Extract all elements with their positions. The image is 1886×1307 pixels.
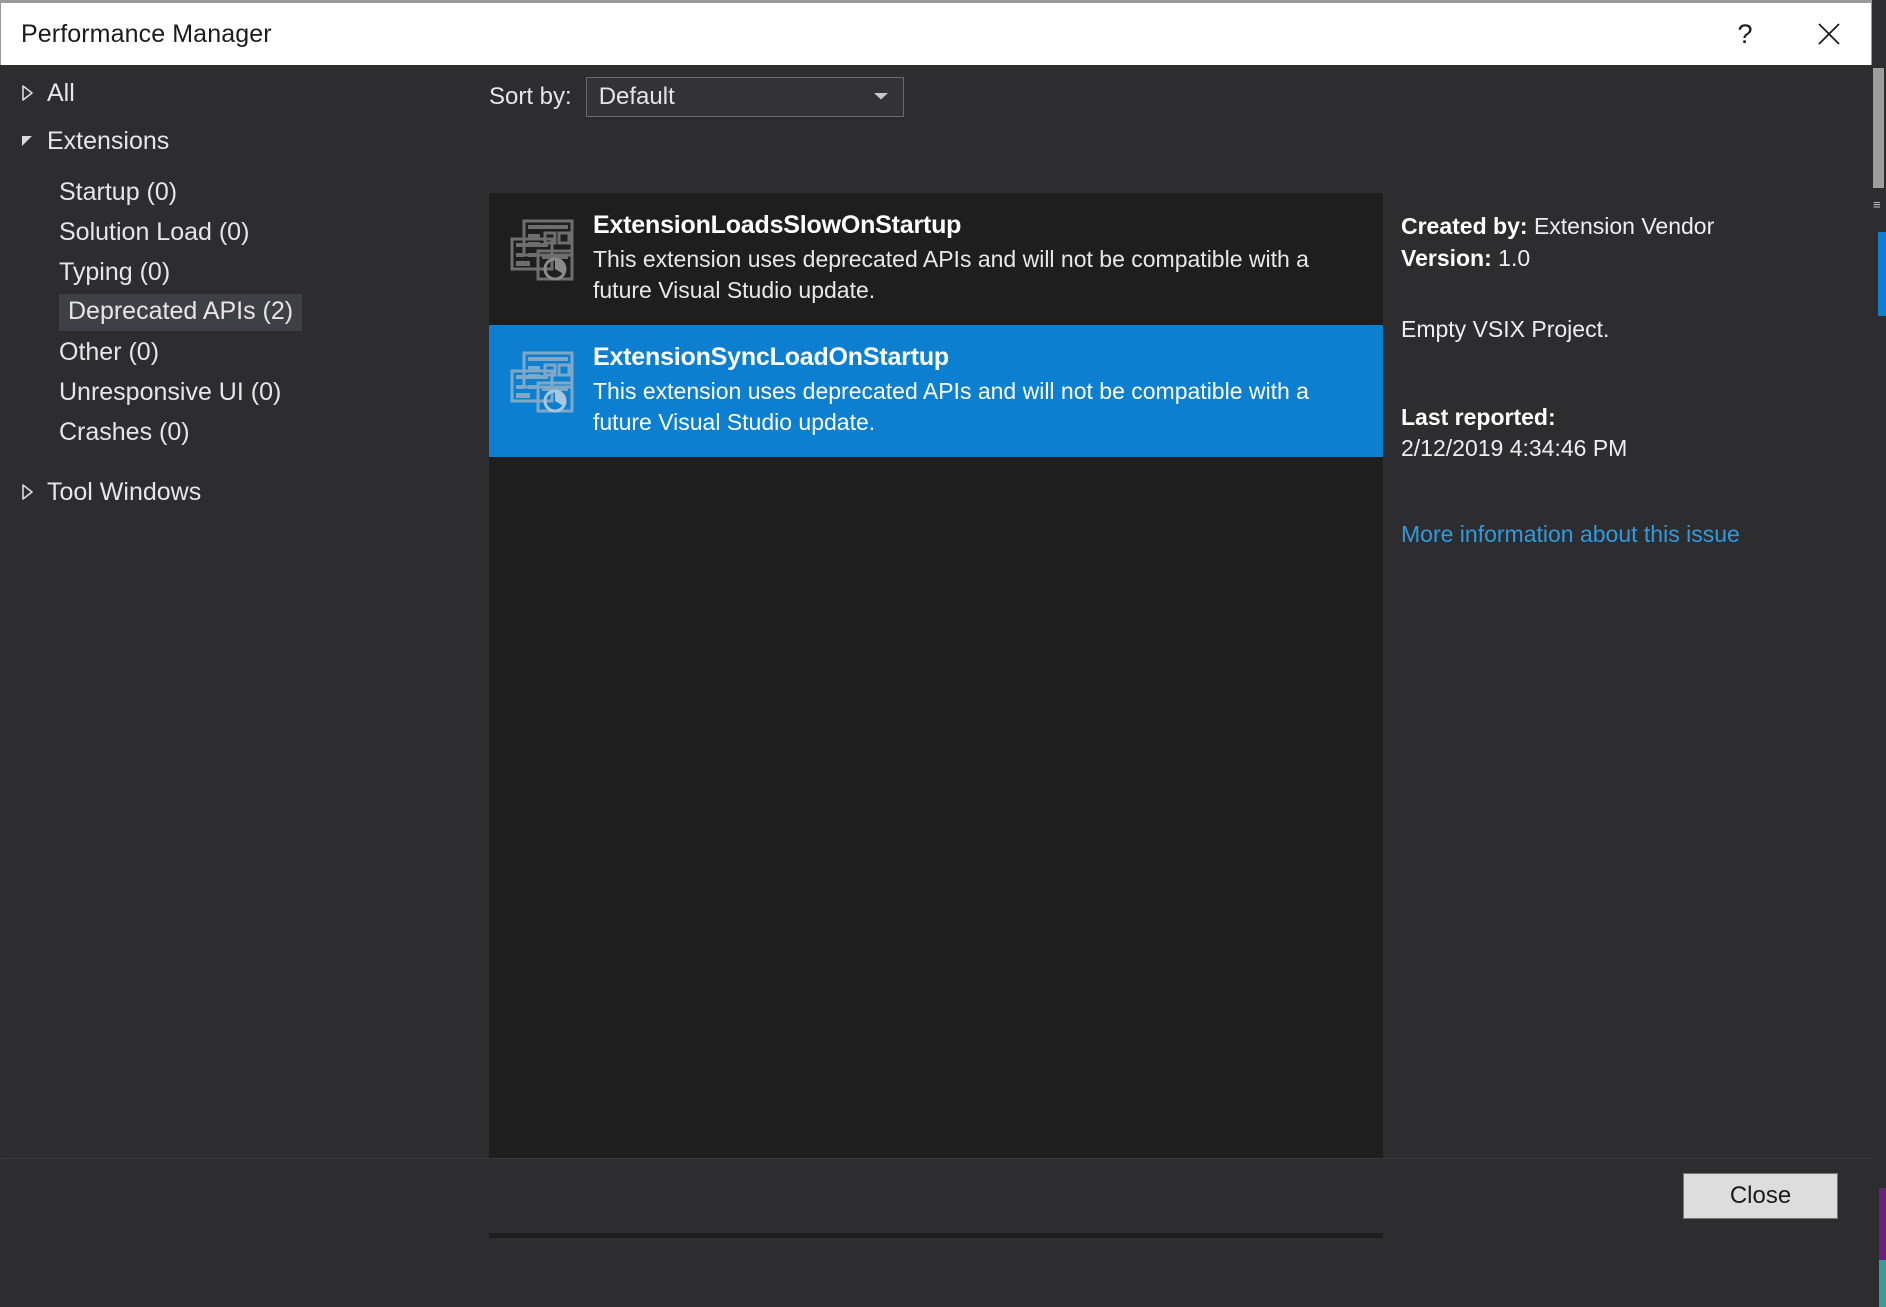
sort-by-label: Sort by: <box>489 83 572 111</box>
question-mark-icon: ? <box>1737 21 1752 48</box>
created-by-row: Created by: Extension Vendor <box>1401 211 1851 243</box>
sidebar-item-label: Typing (0) <box>59 258 170 287</box>
list-item-description: This extension uses deprecated APIs and … <box>593 244 1359 305</box>
sidebar-item-unresponsive-ui[interactable]: Unresponsive UI (0) <box>1 372 489 412</box>
list-item-text: ExtensionLoadsSlowOnStartup This extensi… <box>593 211 1359 305</box>
menu-icon[interactable]: ≡ <box>1873 196 1885 214</box>
list-item-title: ExtensionLoadsSlowOnStartup <box>593 211 1359 240</box>
sidebar-item-label: Crashes (0) <box>59 418 190 447</box>
sidebar-item-label: Other (0) <box>59 338 159 367</box>
help-button[interactable]: ? <box>1703 3 1787 65</box>
list-item-description: This extension uses deprecated APIs and … <box>593 376 1359 437</box>
issue-list[interactable]: ExtensionLoadsSlowOnStartup This extensi… <box>489 193 1383 1238</box>
created-by-value: Extension Vendor <box>1534 213 1714 239</box>
sort-toolbar: Sort by: Default <box>489 77 904 117</box>
close-icon <box>1816 21 1842 47</box>
list-item[interactable]: ExtensionLoadsSlowOnStartup This extensi… <box>489 193 1383 325</box>
spacer <box>1401 346 1851 402</box>
sidebar-item-tool-windows[interactable]: Tool Windows <box>1 472 489 512</box>
background-accent-strip <box>1878 232 1886 316</box>
sidebar-item-solution-load[interactable]: Solution Load (0) <box>1 212 489 252</box>
sidebar-item-label: Startup (0) <box>59 178 177 207</box>
sidebar-item-label: Deprecated APIs (2) <box>59 294 302 331</box>
last-reported-label: Last reported: <box>1401 402 1851 434</box>
dialog-footer: Close <box>1 1159 1873 1233</box>
sidebar-item-startup[interactable]: Startup (0) <box>1 172 489 212</box>
sort-by-value: Default <box>599 83 675 111</box>
category-tree: All Extensions Startup (0) Solution Load… <box>1 65 489 1200</box>
sidebar-item-deprecated-apis[interactable]: Deprecated APIs (2) <box>1 292 489 332</box>
background-edge-strip: ≡ <box>1872 0 1886 1307</box>
last-reported-value: 2/12/2019 4:34:46 PM <box>1401 433 1851 465</box>
sidebar-item-extensions[interactable]: Extensions <box>1 121 489 161</box>
chevron-down-icon[interactable] <box>873 88 889 106</box>
background-teal-strip <box>1879 1260 1886 1307</box>
sort-by-dropdown[interactable]: Default <box>586 77 904 117</box>
sidebar-item-label: All <box>47 79 75 108</box>
extension-description: Empty VSIX Project. <box>1401 314 1851 346</box>
sidebar-item-other[interactable]: Other (0) <box>1 332 489 372</box>
spacer <box>1401 465 1851 521</box>
performance-manager-dialog: Performance Manager ? All <box>0 0 1886 1307</box>
dialog-body: All Extensions Startup (0) Solution Load… <box>0 65 1872 1233</box>
more-information-link[interactable]: More information about this issue <box>1401 521 1740 547</box>
sidebar-item-typing[interactable]: Typing (0) <box>1 252 489 292</box>
title-bar: Performance Manager ? <box>0 0 1872 65</box>
extension-windows-icon <box>507 217 579 283</box>
list-item-text: ExtensionSyncLoadOnStartup This extensio… <box>593 343 1359 437</box>
version-label: Version: <box>1401 245 1492 271</box>
chevron-right-icon[interactable] <box>13 478 41 506</box>
detail-panel: Created by: Extension Vendor Version: 1.… <box>1383 193 1873 1238</box>
chevron-right-icon[interactable] <box>13 79 41 107</box>
chevron-down-filled-icon[interactable] <box>13 127 41 155</box>
sidebar-item-label: Unresponsive UI (0) <box>59 378 281 407</box>
background-scrollbar[interactable] <box>1873 68 1884 188</box>
sidebar-item-label: Solution Load (0) <box>59 218 249 247</box>
sidebar-item-label: Extensions <box>47 127 169 156</box>
close-window-button[interactable] <box>1787 3 1871 65</box>
list-item-title: ExtensionSyncLoadOnStartup <box>593 343 1359 372</box>
version-row: Version: 1.0 <box>1401 243 1851 275</box>
sidebar-item-crashes[interactable]: Crashes (0) <box>1 412 489 452</box>
list-item[interactable]: ExtensionSyncLoadOnStartup This extensio… <box>489 325 1383 457</box>
extension-windows-icon <box>507 349 579 415</box>
spacer <box>1401 274 1851 314</box>
sidebar-item-all[interactable]: All <box>1 73 489 113</box>
created-by-label: Created by: <box>1401 213 1528 239</box>
sidebar-item-label: Tool Windows <box>47 478 201 507</box>
version-value: 1.0 <box>1498 245 1530 271</box>
background-purple-strip <box>1879 1188 1886 1260</box>
close-button[interactable]: Close <box>1683 1173 1838 1219</box>
window-title: Performance Manager <box>21 20 272 49</box>
